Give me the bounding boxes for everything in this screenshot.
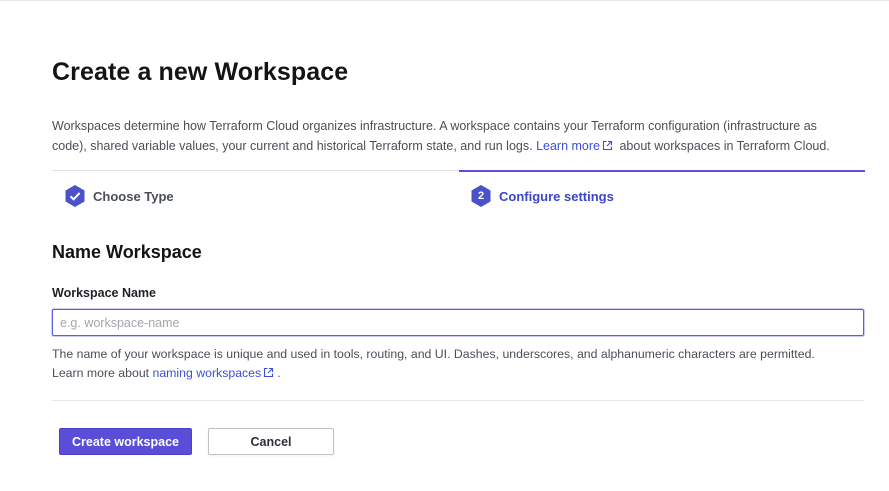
intro-suffix: about workspaces in Terraform Cloud. [619, 139, 830, 153]
naming-workspaces-label: naming workspaces [152, 366, 262, 380]
step-number: 2 [477, 190, 485, 202]
step-label: Choose Type [93, 188, 174, 204]
learn-more-label: Learn more [536, 139, 600, 153]
step-choose-type[interactable]: Choose Type [64, 183, 174, 209]
external-link-icon [602, 140, 613, 151]
naming-workspaces-link[interactable]: naming workspaces [153, 366, 278, 380]
page-title: Create a new Workspace [52, 58, 349, 86]
step-complete-check-icon [64, 184, 86, 208]
workspace-name-help: The name of your workspace is unique and… [52, 345, 864, 383]
workspace-name-label: Workspace Name [52, 286, 156, 300]
step-configure-settings: 2 Configure settings [470, 183, 614, 209]
step-divider-inactive [52, 170, 459, 171]
create-workspace-button[interactable]: Create workspace [59, 428, 192, 455]
step-number-hex-icon: 2 [470, 184, 492, 208]
help-prefix: Learn more about [52, 366, 150, 380]
help-text: The name of your workspace is unique and… [52, 347, 815, 361]
section-title: Name Workspace [52, 242, 202, 262]
step-label: Configure settings [499, 188, 614, 204]
top-divider [0, 0, 889, 1]
help-suffix: . [277, 366, 281, 380]
step-divider-active [459, 170, 865, 172]
external-link-icon [263, 367, 274, 378]
learn-more-link[interactable]: Learn more [536, 139, 616, 153]
form-divider [52, 400, 864, 401]
cancel-button[interactable]: Cancel [208, 428, 334, 455]
intro-paragraph: Workspaces determine how Terraform Cloud… [52, 116, 852, 156]
workspace-name-input[interactable] [52, 309, 864, 336]
